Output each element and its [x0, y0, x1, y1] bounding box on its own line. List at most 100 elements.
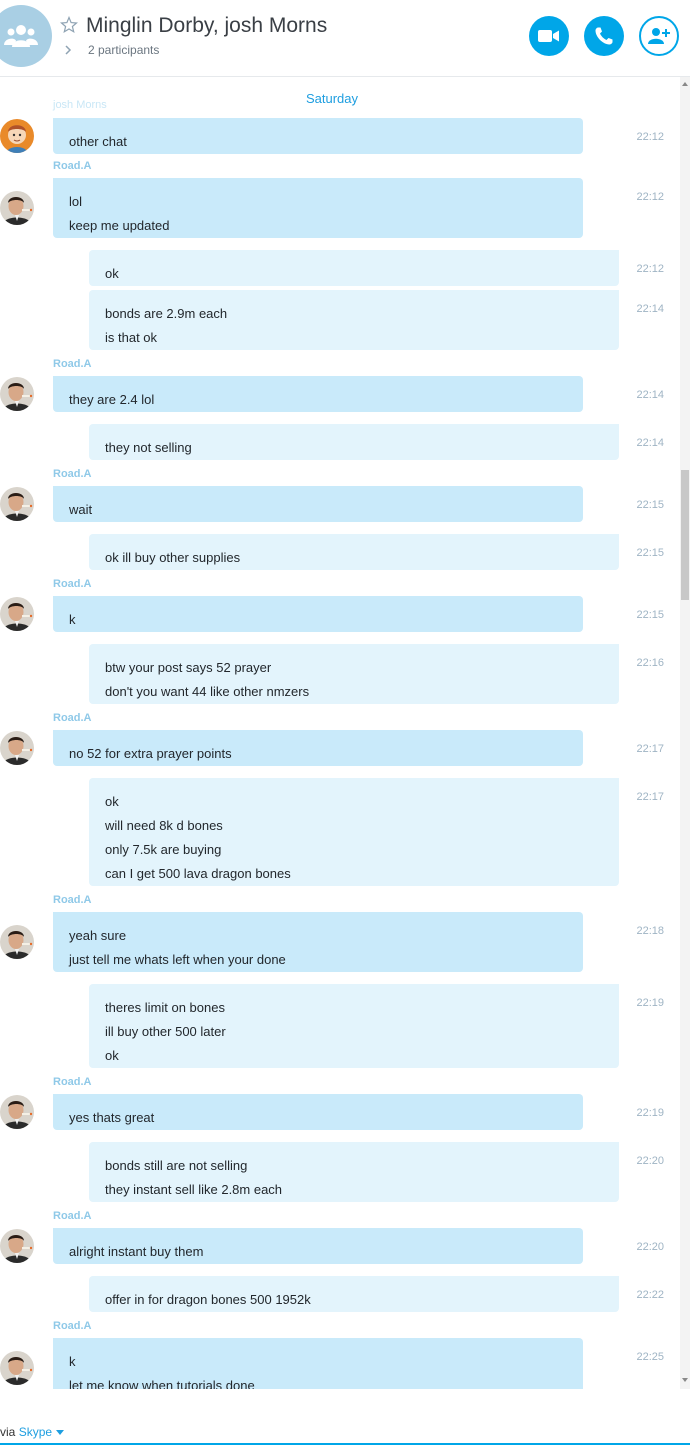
message-text: they instant sell like 2.8m each [105, 1182, 283, 1197]
caret-down-icon[interactable] [56, 1430, 65, 1436]
message-timestamp: 22:17 [636, 743, 664, 755]
photo-avatar[interactable] [0, 377, 34, 411]
message-timestamp: 22:25 [636, 1351, 664, 1363]
outgoing-message-bubble[interactable]: btw your post says 52 prayer don't you wa… [89, 644, 619, 704]
via-skype: via Skype [0, 1425, 65, 1439]
photo-avatar[interactable] [0, 191, 34, 225]
message-timestamp: 22:22 [636, 1289, 664, 1301]
outgoing-message-bubble[interactable]: ok will need 8k d bones only 7.5k are buyi… [89, 778, 619, 886]
audio-call-button[interactable] [584, 16, 624, 56]
incoming-message-bubble[interactable]: other chat [53, 118, 583, 154]
add-participant-button[interactable] [639, 16, 679, 56]
message-text: ill buy other 500 later [105, 1024, 226, 1039]
favorite-star-icon[interactable] [60, 16, 78, 34]
outgoing-message-bubble[interactable]: bonds still are not selling they instant … [89, 1142, 619, 1202]
sender-name: Road.A [53, 1076, 92, 1088]
sender-name: Road.A [53, 468, 92, 480]
incoming-message-bubble[interactable]: lol keep me updated [53, 178, 583, 238]
incoming-message-bubble[interactable]: yes thats great [53, 1094, 583, 1130]
message-text: just tell me whats left when your done [69, 952, 286, 967]
incoming-message-bubble[interactable]: k let me know when tutorials done [53, 1338, 583, 1389]
photo-avatar[interactable] [0, 487, 34, 521]
message-timestamp: 22:12 [636, 131, 664, 143]
outgoing-message-bubble[interactable]: bonds are 2.9m each is that ok [89, 290, 619, 350]
message-text: wait [69, 502, 93, 517]
photo-avatar[interactable] [0, 597, 34, 631]
incoming-message-bubble[interactable]: no 52 for extra prayer points [53, 730, 583, 766]
incoming-message-bubble[interactable]: k [53, 596, 583, 632]
cartoon-avatar[interactable] [0, 119, 34, 153]
video-call-button[interactable] [529, 16, 569, 56]
participants-count[interactable]: 2 participants [88, 43, 159, 57]
footer: via Skype [0, 1389, 690, 1450]
sender-name: Road.A [53, 358, 92, 370]
message-text: btw your post says 52 prayer [105, 660, 272, 675]
incoming-message-bubble[interactable]: alright instant buy them [53, 1228, 583, 1264]
message-list[interactable]: Saturday josh Morns other chat 22:12 Road.… [0, 77, 690, 1389]
message-text: they not selling [105, 440, 192, 455]
photo-avatar[interactable] [0, 1229, 34, 1263]
message-text: ok [105, 1048, 119, 1063]
skype-link[interactable]: Skype [19, 1425, 52, 1439]
message-text: only 7.5k are buying [105, 842, 222, 857]
message-text: yes thats great [69, 1110, 155, 1125]
add-person-icon [648, 28, 670, 44]
message-timestamp: 22:16 [636, 657, 664, 669]
message-text: can I get 500 lava dragon bones [105, 866, 291, 881]
message-text: don't you want 44 like other nmzers [105, 684, 310, 699]
message-timestamp: 22:20 [636, 1155, 664, 1167]
message-text: other chat [69, 134, 127, 149]
message-timestamp: 22:15 [636, 499, 664, 511]
photo-avatar[interactable] [0, 925, 34, 959]
outgoing-message-bubble[interactable]: ok ill buy other supplies [89, 534, 619, 570]
message-timestamp: 22:15 [636, 609, 664, 621]
message-timestamp: 22:19 [636, 1107, 664, 1119]
message-text: they are 2.4 lol [69, 392, 155, 407]
incoming-message-bubble[interactable]: they are 2.4 lol [53, 376, 583, 412]
message-timestamp: 22:14 [636, 389, 664, 401]
scrollbar-track[interactable] [680, 77, 690, 1389]
message-text: k [69, 1354, 76, 1369]
sender-name: Road.A [53, 1210, 92, 1222]
message-text: yeah sure [69, 928, 127, 943]
message-timestamp: 22:14 [636, 303, 664, 315]
sender-name: Road.A [53, 1320, 92, 1332]
message-text: alright instant buy them [69, 1244, 204, 1259]
scroll-down-arrow-icon[interactable] [682, 1378, 688, 1382]
message-text: keep me updated [69, 218, 170, 233]
photo-avatar[interactable] [0, 1351, 34, 1385]
conversation-title[interactable]: Minglin Dorby, josh Morns [86, 14, 327, 38]
message-text: no 52 for extra prayer points [69, 746, 232, 761]
outgoing-message-bubble[interactable]: offer in for dragon bones 500 1952k [89, 1276, 619, 1312]
incoming-message-bubble[interactable]: wait [53, 486, 583, 522]
sender-name: Road.A [53, 894, 92, 906]
outgoing-message-bubble[interactable]: theres limit on bones ill buy other 500 l… [89, 984, 619, 1068]
video-camera-icon [538, 30, 559, 42]
message-text: ok [105, 794, 119, 809]
message-text: let me know when tutorials done [69, 1378, 255, 1389]
message-timestamp: 22:20 [636, 1241, 664, 1253]
sender-name: Road.A [53, 712, 92, 724]
photo-avatar[interactable] [0, 1095, 34, 1129]
message-text: theres limit on bones [105, 1000, 225, 1015]
incoming-message-bubble[interactable]: yeah sure just tell me whats left when yo… [53, 912, 583, 972]
chevron-right-icon[interactable] [63, 44, 73, 56]
conversation-header: Minglin Dorby, josh Morns 2 participants [0, 0, 690, 77]
message-text: ok ill buy other supplies [105, 550, 241, 565]
scroll-up-arrow-icon[interactable] [682, 82, 688, 86]
outgoing-message-bubble[interactable]: ok [89, 250, 619, 286]
sender-name: Road.A [53, 160, 92, 172]
message-text: will need 8k d bones [105, 818, 223, 833]
faded-sender-name: josh Morns [53, 99, 107, 111]
message-text: bonds still are not selling [105, 1158, 248, 1173]
message-text: k [69, 612, 76, 627]
photo-avatar[interactable] [0, 731, 34, 765]
footer-divider [0, 1443, 690, 1445]
scrollbar-thumb[interactable] [681, 470, 689, 600]
outgoing-message-bubble[interactable]: they not selling [89, 424, 619, 460]
group-avatar[interactable] [0, 5, 52, 67]
message-timestamp: 22:14 [636, 437, 664, 449]
message-text: offer in for dragon bones 500 1952k [105, 1292, 311, 1307]
message-text: lol [69, 194, 83, 209]
message-text: ok [105, 266, 119, 281]
